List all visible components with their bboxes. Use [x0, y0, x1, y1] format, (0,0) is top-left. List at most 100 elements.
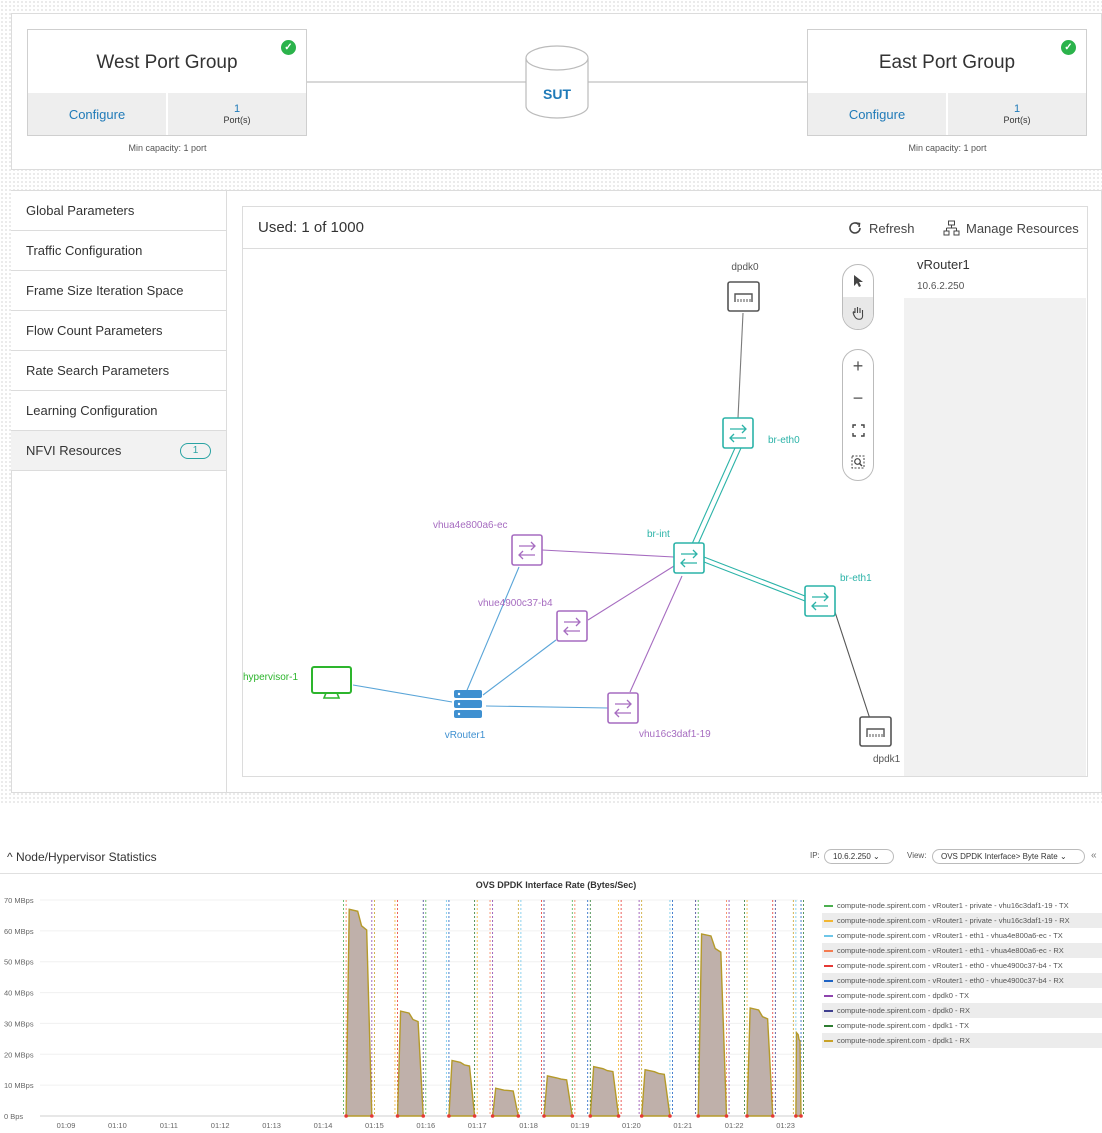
- sidebar-item-rate-search[interactable]: Rate Search Parameters: [11, 351, 226, 391]
- vrouter1-node[interactable]: vRouter1: [445, 690, 486, 741]
- vhue4900c37-b4-node[interactable]: vhue4900c37-b4: [478, 598, 588, 642]
- vhua4e800a6-ec-node[interactable]: vhua4e800a6-ec: [433, 520, 543, 566]
- legend-item[interactable]: compute-node.spirent.com - vRouter1 - et…: [822, 943, 1102, 958]
- legend-item[interactable]: compute-node.spirent.com - dpdk1 - RX: [822, 1033, 1102, 1048]
- x-tick-label: 01:10: [108, 1121, 127, 1130]
- ip-select[interactable]: 10.6.2.250 ⌄: [824, 849, 894, 864]
- pan-hand-button[interactable]: [843, 297, 873, 329]
- stats-title: Node/Hypervisor Statistics: [15, 850, 157, 864]
- legend-swatch: [824, 1009, 833, 1012]
- ports-label: Port(s): [223, 115, 251, 125]
- stats-section-header[interactable]: ^ Node/Hypervisor Statistics: [7, 850, 157, 864]
- vhu16c3daf1-19-node[interactable]: vhu16c3daf1-19: [607, 692, 711, 740]
- view-select-value: OVS DPDK Interface> Byte Rate: [941, 852, 1058, 861]
- west-ports-count: 1 Port(s): [166, 93, 306, 135]
- y-tick-label: 30 MBps: [4, 1019, 34, 1028]
- legend-item[interactable]: compute-node.spirent.com - vRouter1 - et…: [822, 973, 1102, 988]
- server-icon: [454, 690, 482, 718]
- chart-legend: compute-node.spirent.com - vRouter1 - pr…: [822, 898, 1102, 1048]
- x-tick-label: 01:18: [519, 1121, 538, 1130]
- sidebar-item-global-parameters[interactable]: Global Parameters: [11, 191, 226, 231]
- rate-area: [448, 1059, 476, 1117]
- view-select[interactable]: OVS DPDK Interface> Byte Rate ⌄: [932, 849, 1085, 864]
- check-icon: ✓: [281, 40, 296, 55]
- zoom-in-button[interactable]: +: [843, 350, 873, 382]
- select-pointer-button[interactable]: [843, 265, 873, 297]
- br-int-label: br-int: [647, 529, 670, 540]
- baseline-marker: [616, 1114, 621, 1118]
- br-eth1-node[interactable]: br-eth1: [804, 573, 872, 617]
- legend-item[interactable]: compute-node.spirent.com - dpdk0 - RX: [822, 1003, 1102, 1018]
- sidebar-item-nfvi-resources[interactable]: NFVI Resources 1: [11, 431, 226, 471]
- baseline-marker: [370, 1114, 374, 1118]
- manage-resources-button[interactable]: Manage Resources: [943, 220, 1079, 237]
- expand-icon: [851, 423, 865, 437]
- monitor-icon: [311, 666, 352, 694]
- baseline-marker: [542, 1114, 546, 1118]
- baseline-marker: [794, 1114, 798, 1118]
- y-tick-label: 70 MBps: [4, 896, 34, 905]
- dpdk0-node[interactable]: dpdk0: [727, 262, 760, 312]
- configure-label: Configure: [68, 106, 126, 122]
- sidebar-item-frame-size[interactable]: Frame Size Iteration Space: [11, 271, 226, 311]
- refresh-button[interactable]: Refresh: [847, 220, 915, 236]
- sidebar-item-label: Frame Size Iteration Space: [26, 283, 184, 298]
- y-tick-label: 10 MBps: [4, 1081, 34, 1090]
- sidebar-item-learning[interactable]: Learning Configuration: [11, 391, 226, 431]
- switch-icon: [673, 542, 705, 574]
- sut-database-icon[interactable]: SUT: [525, 44, 589, 120]
- configure-label: Configure: [848, 106, 906, 122]
- sidebar-item-traffic-configuration[interactable]: Traffic Configuration: [11, 231, 226, 271]
- legend-item[interactable]: compute-node.spirent.com - vRouter1 - pr…: [822, 913, 1102, 928]
- legend-item[interactable]: compute-node.spirent.com - dpdk0 - TX: [822, 988, 1102, 1003]
- topology-header: Used: 1 of 1000 Refresh Manage Resources: [243, 207, 1087, 249]
- dpdk1-node[interactable]: dpdk1: [859, 716, 901, 765]
- rate-area: [491, 1087, 520, 1117]
- east-ports-count: 1 Port(s): [946, 93, 1086, 135]
- selected-node-ip: 10.6.2.250: [917, 281, 965, 292]
- stats-divider: [0, 873, 1102, 874]
- ip-label: IP:: [810, 851, 820, 860]
- x-tick-label: 01:09: [57, 1121, 76, 1130]
- legend-label: compute-node.spirent.com - dpdk0 - TX: [837, 991, 970, 1000]
- west-configure-button[interactable]: Configure: [28, 93, 166, 135]
- collapse-icon[interactable]: «: [1091, 850, 1097, 861]
- rate-area: [396, 1010, 424, 1117]
- fit-screen-button[interactable]: [843, 414, 873, 446]
- baseline-marker: [745, 1114, 749, 1118]
- west-port-group: West Port Group ✓ Configure 1 Port(s): [27, 29, 307, 136]
- legend-item[interactable]: compute-node.spirent.com - vRouter1 - et…: [822, 928, 1102, 943]
- legend-swatch: [824, 949, 833, 952]
- legend-label: compute-node.spirent.com - vRouter1 - et…: [837, 961, 1063, 970]
- zoom-out-button[interactable]: −: [843, 382, 873, 414]
- legend-label: compute-node.spirent.com - vRouter1 - pr…: [837, 916, 1070, 925]
- legend-label: compute-node.spirent.com - dpdk0 - RX: [837, 1006, 970, 1015]
- east-configure-button[interactable]: Configure: [808, 93, 946, 135]
- y-tick-label: 20 MBps: [4, 1050, 34, 1059]
- br-eth0-node[interactable]: br-eth0: [722, 417, 800, 449]
- view-label: View:: [907, 851, 927, 860]
- baseline-marker: [447, 1114, 451, 1118]
- check-icon: ✓: [1061, 40, 1076, 55]
- sut-label: SUT: [543, 86, 571, 102]
- sidebar-item-flow-count[interactable]: Flow Count Parameters: [11, 311, 226, 351]
- switch-icon: [722, 417, 754, 449]
- refresh-icon: [849, 222, 861, 234]
- rate-area: [345, 908, 373, 1117]
- zoom-area-button[interactable]: [843, 446, 873, 478]
- hypervisor-1-node[interactable]: hypervisor-1: [243, 666, 352, 699]
- x-tick-label: 01:13: [262, 1121, 281, 1130]
- baseline-marker: [516, 1114, 521, 1118]
- node-detail-panel: vRouter1 10.6.2.250: [904, 250, 1086, 776]
- legend-item[interactable]: compute-node.spirent.com - vRouter1 - pr…: [822, 898, 1102, 913]
- vrouter1-label: vRouter1: [445, 730, 486, 741]
- zoom-area-icon: [851, 455, 865, 469]
- legend-item[interactable]: compute-node.spirent.com - vRouter1 - et…: [822, 958, 1102, 973]
- sidebar-divider: [226, 191, 227, 792]
- vhue4900c37-b4-label: vhue4900c37-b4: [478, 598, 553, 609]
- legend-swatch: [824, 934, 833, 937]
- rate-area: [589, 1065, 620, 1117]
- refresh-label: Refresh: [869, 220, 915, 236]
- legend-swatch: [824, 1039, 833, 1042]
- legend-item[interactable]: compute-node.spirent.com - dpdk1 - TX: [822, 1018, 1102, 1033]
